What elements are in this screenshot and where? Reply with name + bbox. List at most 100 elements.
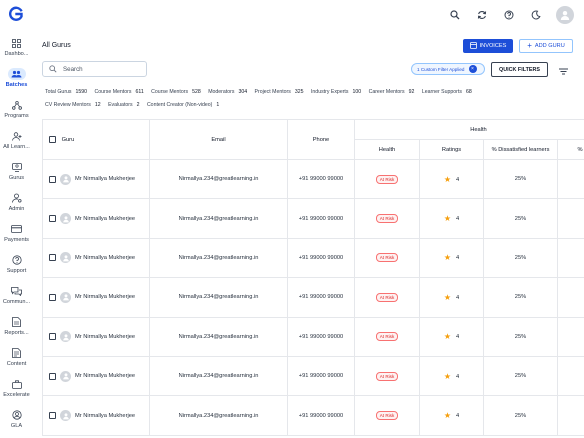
row-checkbox[interactable] [49, 215, 56, 223]
dissatisfied-cell: 25% [483, 277, 558, 318]
dissatisfied-cell: 25% [483, 355, 558, 397]
guru-avatar [60, 410, 71, 422]
plus-icon: + [527, 41, 532, 50]
star-icon: ★ [443, 411, 451, 421]
guru-stats: Total Gurus 1590 Course Mentors 611 Course… [45, 86, 565, 111]
row-checkbox[interactable] [49, 175, 56, 183]
custom-filter-chip[interactable]: 1 Custom Filter Applied × [411, 63, 485, 75]
sidebar-item-dashboard[interactable]: Dashbo... [0, 34, 33, 64]
ratings-column-header: Ratings [419, 139, 484, 160]
add-guru-button[interactable]: + ADD GURU [519, 39, 573, 53]
select-all-checkbox[interactable] [49, 136, 56, 143]
admin-icon [11, 192, 23, 204]
sort-icon[interactable] [558, 64, 569, 75]
extra-cell [556, 355, 584, 397]
row-checkbox[interactable] [49, 254, 56, 262]
close-icon[interactable]: × [468, 65, 477, 73]
main-content: All Gurus INVOICES + ADD GURU 1 Custom F… [35, 32, 584, 438]
invoices-label: INVOICES [479, 43, 507, 49]
sidebar-item-reports[interactable]: Reports... [0, 313, 33, 343]
rating-value: 4 [456, 334, 460, 341]
table-row[interactable]: Mr Nirmallya Mukherjee Nirmallya.234@grea… [42, 158, 584, 200]
gurus-table-container: Guru Email Phone Health Health Ratings %… [42, 119, 584, 438]
search-input[interactable] [63, 65, 143, 73]
guru-cell: Mr Nirmallya Mukherjee [42, 277, 150, 318]
sidebar-item-gurus[interactable]: Gurus [0, 158, 33, 188]
top-bar [0, 0, 584, 32]
help-icon[interactable] [502, 9, 515, 22]
guru-cell: Mr Nirmallya Mukherjee [42, 316, 150, 357]
dissatisfied-cell: 25% [483, 198, 558, 239]
add-guru-label: ADD GURU [534, 43, 565, 49]
guru-phone: +91 99000 99000 [287, 198, 355, 239]
dissatisfied-column-header: % Dissatisfied learners [483, 139, 558, 160]
extra-cell [556, 395, 584, 436]
sidebar: Dashbo... Batches Programs All Learn... … [0, 32, 33, 438]
rating-value: 4 [456, 373, 460, 380]
row-checkbox[interactable] [49, 412, 56, 420]
email-column-header: Email [149, 119, 288, 160]
health-status-badge: At Risk [375, 371, 399, 381]
sidebar-item-gla[interactable]: GLA [0, 406, 33, 436]
sidebar-item-community[interactable]: Commun... [0, 282, 33, 312]
dissatisfied-cell: 25% [483, 237, 558, 279]
table-row[interactable]: Mr Nirmallya Mukherjee Nirmallya.234@grea… [42, 316, 584, 357]
sidebar-item-all-learners[interactable]: All Learn... [0, 127, 33, 157]
rating-value: 4 [456, 255, 460, 262]
dark-mode-icon[interactable] [529, 9, 542, 22]
guru-name[interactable]: Mr Nirmallya Mukherjee [75, 413, 135, 419]
dissatisfied-cell: 25% [483, 316, 558, 357]
sidebar-item-label: Commun... [2, 299, 31, 305]
stat-item: Evaluators 2 [108, 101, 140, 108]
table-row[interactable]: Mr Nirmallya Mukherjee Nirmallya.234@grea… [42, 355, 584, 397]
rating-cell: ★ 4 [419, 395, 484, 436]
row-checkbox[interactable] [49, 333, 56, 341]
guru-name[interactable]: Mr Nirmallya Mukherjee [75, 334, 135, 340]
health-cell: At Risk [354, 355, 420, 397]
row-checkbox[interactable] [49, 372, 56, 380]
sidebar-item-programs[interactable]: Programs [0, 96, 33, 126]
user-avatar[interactable] [556, 6, 574, 24]
invoices-button[interactable]: INVOICES [463, 39, 513, 53]
health-cell: At Risk [354, 198, 420, 239]
sidebar-item-label: Excelerate [3, 392, 30, 398]
guru-name[interactable]: Mr Nirmallya Mukherjee [75, 294, 135, 300]
star-icon: ★ [443, 174, 451, 184]
sidebar-item-excelerate[interactable]: Excelerate [0, 375, 33, 405]
sidebar-item-label: Content [6, 361, 27, 367]
guru-name[interactable]: Mr Nirmallya Mukherjee [75, 255, 135, 261]
sidebar-item-label: Admin [8, 206, 25, 212]
guru-name[interactable]: Mr Nirmallya Mukherjee [75, 216, 135, 222]
stat-item: Total Gurus 1590 [45, 89, 88, 95]
gurus-table: Guru Email Phone Health Health Ratings %… [42, 119, 584, 436]
sidebar-item-label: Payments [4, 237, 29, 243]
guru-phone: +91 99000 99000 [287, 237, 355, 279]
search-icon[interactable] [448, 9, 461, 22]
sidebar-item-admin[interactable]: Admin [0, 189, 33, 219]
table-row[interactable]: Mr Nirmallya Mukherjee Nirmallya.234@grea… [42, 395, 584, 436]
sidebar-item-content[interactable]: Content [0, 344, 33, 374]
extra-cell [556, 277, 584, 318]
table-row[interactable]: Mr Nirmallya Mukherjee Nirmallya.234@grea… [42, 277, 584, 318]
gla-icon [11, 409, 23, 421]
sidebar-item-payments[interactable]: Payments [0, 220, 33, 250]
health-cell: At Risk [354, 316, 420, 357]
guru-avatar [60, 213, 71, 225]
sidebar-item-support[interactable]: Support [0, 251, 33, 281]
dashboard-icon [11, 37, 23, 49]
table-row[interactable]: Mr Nirmallya Mukherjee Nirmallya.234@grea… [42, 198, 584, 239]
app-logo-icon[interactable] [8, 6, 23, 22]
guru-email: Nirmallya.234@greatlearning.in [149, 158, 288, 200]
sidebar-item-batches[interactable]: Batches [0, 65, 33, 95]
table-row[interactable]: Mr Nirmallya Mukherjee Nirmallya.234@grea… [42, 237, 584, 279]
stat-item: CV Review Mentors 12 [45, 101, 101, 108]
sync-icon[interactable] [475, 9, 488, 22]
quick-filters-button[interactable]: QUICK FILTERS [491, 62, 548, 77]
health-cell: At Risk [354, 158, 420, 200]
health-status-badge: At Risk [375, 332, 399, 342]
star-icon: ★ [443, 332, 451, 342]
guru-name[interactable]: Mr Nirmallya Mukherjee [75, 176, 135, 182]
guru-name[interactable]: Mr Nirmallya Mukherjee [75, 373, 135, 379]
row-checkbox[interactable] [49, 293, 56, 301]
stat-item: Career Mentors 92 [368, 89, 415, 95]
